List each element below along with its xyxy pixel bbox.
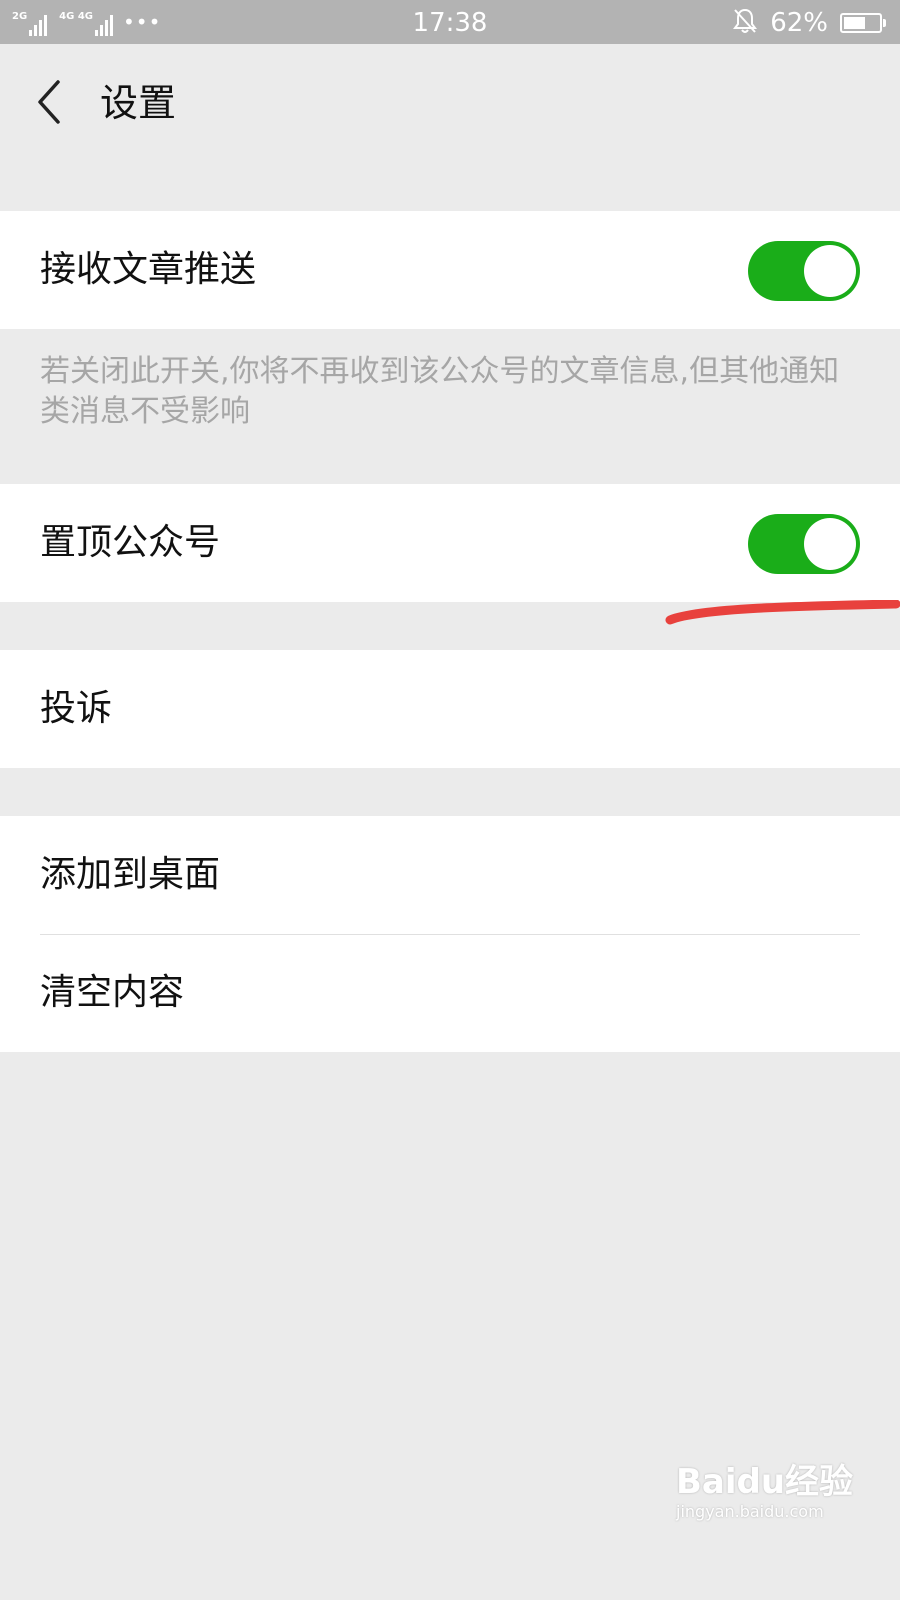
bell-off-icon xyxy=(732,7,758,39)
back-button[interactable] xyxy=(24,72,74,132)
watermark: Baidu经验 jingyan.baidu.com xyxy=(676,1462,876,1522)
chevron-left-icon xyxy=(38,80,60,124)
toggle-knob xyxy=(804,518,856,570)
settings-group-receive: 接收文章推送 xyxy=(0,211,900,329)
status-right: 62% xyxy=(732,6,886,40)
settings-group-pin: 置顶公众号 xyxy=(0,484,900,602)
pin-account-toggle[interactable] xyxy=(748,514,860,574)
complain-label: 投诉 xyxy=(40,688,113,729)
receive-articles-toggle[interactable] xyxy=(748,241,860,301)
settings-group-actions: 添加到桌面 清空内容 xyxy=(0,816,900,1052)
receive-articles-label: 接收文章推送 xyxy=(40,249,257,290)
pin-account-label: 置顶公众号 xyxy=(40,522,221,563)
watermark-url: jingyan.baidu.com xyxy=(676,1502,824,1521)
add-to-desktop-label: 添加到桌面 xyxy=(40,854,221,895)
annotation-underline xyxy=(665,600,900,625)
status-bar: 2G 4G 4G ••• 17:38 62% xyxy=(0,0,900,44)
settings-group-complain: 投诉 xyxy=(0,650,900,768)
pin-account-row: 置顶公众号 xyxy=(0,484,900,602)
clear-content-row[interactable]: 清空内容 xyxy=(0,934,900,1052)
clear-content-label: 清空内容 xyxy=(40,972,185,1013)
battery-level xyxy=(844,17,865,29)
add-to-desktop-row[interactable]: 添加到桌面 xyxy=(0,816,900,934)
page-title: 设置 xyxy=(100,81,177,125)
watermark-logo: Baidu经验 xyxy=(676,1462,854,1502)
complain-row[interactable]: 投诉 xyxy=(0,650,900,768)
toggle-knob xyxy=(804,245,856,297)
receive-articles-row: 接收文章推送 xyxy=(0,211,900,329)
nav-bar: 设置 xyxy=(0,44,900,162)
receive-articles-description: 若关闭此开关,你将不再收到该公众号的文章信息,但其他通知类消息不受影响 xyxy=(40,354,840,429)
battery-percent: 62% xyxy=(770,8,828,38)
battery-icon xyxy=(840,13,886,33)
